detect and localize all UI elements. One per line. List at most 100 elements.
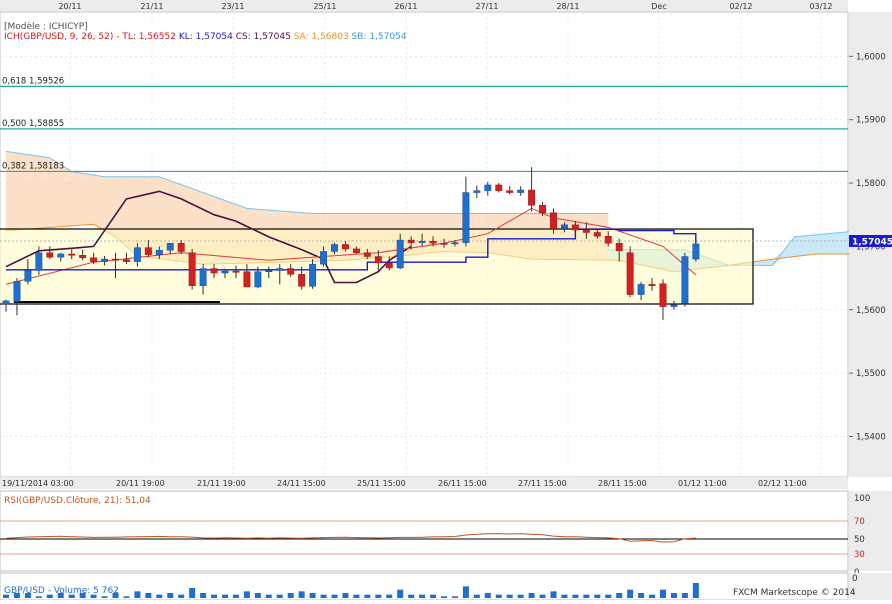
- candle-body-down: [550, 212, 557, 229]
- candle-body-down: [46, 252, 54, 258]
- time-label: 01/12 11:00: [678, 479, 727, 488]
- time-label: 19/11/2014 03:00: [2, 479, 74, 488]
- volume-bar: [692, 583, 699, 598]
- rsi-label: RSI(GBP/USD.Clôture, 21): 51,04: [4, 495, 151, 506]
- candle-body-down: [298, 274, 306, 287]
- candle-body-up: [265, 270, 273, 272]
- candle-body-up: [396, 239, 404, 269]
- candle: [188, 248, 196, 290]
- volume-bar: [243, 591, 250, 598]
- volume-panel[interactable]: GBP/USD - Volume: 5 762 0 FXCM Marketsco…: [0, 572, 892, 601]
- candle-body-up: [276, 268, 284, 271]
- volume-bar: [441, 596, 447, 598]
- time-label: 28/11 15:00: [598, 479, 647, 488]
- time-label: 21/11 19:00: [197, 479, 246, 488]
- candle-body-up: [451, 242, 459, 245]
- candle-body-down: [648, 284, 656, 286]
- price-panel[interactable]: 0,618 1,595260,500 1,588550,382 1,58183 …: [0, 11, 861, 478]
- price-tick-label: 1,5500: [856, 369, 886, 379]
- footer-label: FXCM Marketscope © 2014: [733, 588, 856, 598]
- candle-body-down: [363, 252, 371, 257]
- volume-bar: [594, 594, 601, 598]
- rsi-level-label: 30: [854, 550, 865, 560]
- fib-label: 0,382 1,58183: [2, 161, 64, 171]
- candle-body-down: [90, 257, 98, 262]
- volume-bar: [484, 593, 491, 598]
- candle-body-up: [166, 242, 174, 251]
- fib-label: 0,618 1,59526: [2, 76, 64, 86]
- candle-body-down: [604, 236, 612, 244]
- volume-bar: [123, 596, 130, 598]
- volume-bar: [353, 594, 360, 598]
- candle-body-up: [637, 284, 645, 295]
- ichimoku-legend-item: ICH(GBP/USD, 9, 26, 52) -: [4, 32, 119, 42]
- top-date-label: 28/11: [556, 2, 579, 11]
- candle-body-down: [352, 248, 360, 253]
- volume-bar: [605, 594, 612, 598]
- candle-body-down: [232, 270, 240, 273]
- candle-body-up: [254, 271, 262, 288]
- candle-body-up: [418, 241, 426, 243]
- time-label: 27/11 15:00: [518, 479, 567, 488]
- candle-body-down: [571, 224, 579, 231]
- candle-body-down: [177, 242, 185, 252]
- candle-body-up: [561, 224, 568, 229]
- candle-body-up: [57, 253, 65, 258]
- volume-bar: [232, 594, 239, 598]
- candle-body-down: [342, 244, 349, 250]
- volume-bar: [660, 589, 666, 598]
- volume-bar: [517, 594, 524, 598]
- current-price-label: 1,57045: [852, 238, 892, 248]
- candle-body-down: [659, 283, 667, 307]
- volume-bar: [539, 594, 546, 598]
- top-date-label: Dec: [651, 2, 666, 11]
- volume-bar: [320, 594, 327, 598]
- volume-bar: [211, 594, 218, 598]
- candle-body-up: [484, 184, 492, 191]
- volume-bar: [506, 594, 513, 598]
- chart-canvas[interactable]: 20/11 21/11 23/11 25/11 26/11 27/11 28/11 Dec 02…: [0, 0, 892, 601]
- candle-body-down: [528, 189, 536, 206]
- candle-body-down: [506, 190, 514, 193]
- candle-body-down: [123, 259, 130, 262]
- volume-bar: [189, 588, 196, 598]
- candle-body-up: [517, 189, 525, 193]
- rsi-level-label: 50: [854, 535, 865, 545]
- volume-bar: [167, 593, 174, 598]
- candle-body-up: [24, 270, 32, 282]
- volume-bar: [572, 594, 579, 598]
- rsi-panel[interactable]: 1007050300 RSI(GBP/USD.Clôture, 21): 51,…: [0, 490, 892, 578]
- volume-bar: [528, 593, 535, 598]
- candle-body-down: [429, 241, 437, 244]
- volume-bar: [101, 596, 108, 598]
- ichimoku-legend: ICH(GBP/USD, 9, 26, 52) - TL: 1,56552 KL…: [4, 32, 407, 42]
- volume-bar: [397, 589, 404, 598]
- volume-bar: [156, 594, 163, 598]
- candle-body-down: [626, 252, 634, 295]
- volume-bar: [638, 593, 645, 598]
- volume-bar: [419, 594, 426, 598]
- candle-body-up: [320, 251, 328, 265]
- volume-bar: [331, 594, 338, 598]
- volume-bar: [254, 593, 261, 598]
- candle-body-down: [243, 271, 251, 288]
- candle-body-down: [210, 268, 218, 274]
- price-tick-label: 1,5400: [856, 432, 886, 442]
- candle-body-up: [133, 247, 141, 262]
- candle-body-down: [287, 268, 295, 275]
- top-date-label: 26/11: [394, 2, 417, 11]
- volume-bar: [276, 594, 283, 598]
- candle-body-down: [495, 184, 503, 191]
- candle-body-down: [582, 229, 590, 233]
- volume-bar: [451, 596, 458, 598]
- candle-body-up: [473, 190, 481, 193]
- candle-body-up: [2, 300, 10, 305]
- candle-body-down: [615, 242, 623, 252]
- top-date-label: 02/12: [729, 2, 752, 11]
- candle: [681, 252, 689, 307]
- model-label: [Modèle : ICHICYP]: [4, 21, 88, 32]
- volume-bar: [265, 594, 272, 598]
- volume-bar: [408, 594, 415, 598]
- price-tick-label: 1,5800: [856, 179, 886, 189]
- chart-window: 20/11 21/11 23/11 25/11 26/11 27/11 28/11 Dec 02…: [0, 0, 892, 601]
